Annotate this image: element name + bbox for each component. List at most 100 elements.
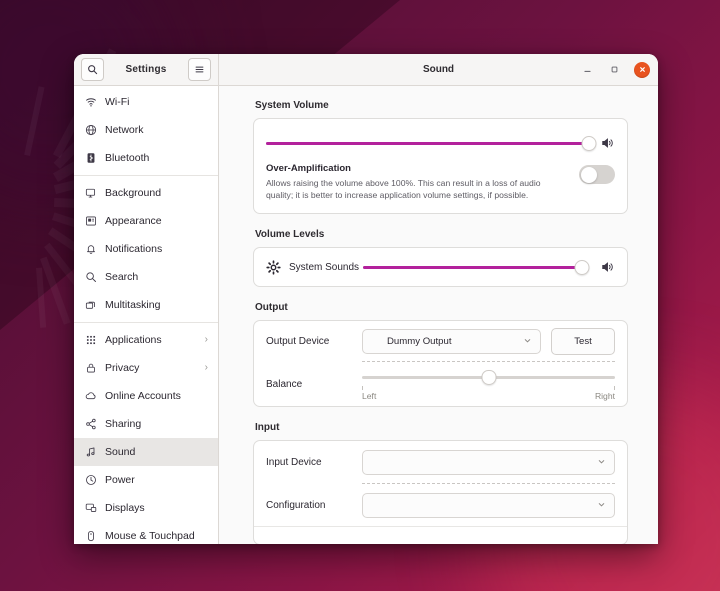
- settings-sidebar[interactable]: Wi-Fi Network Bluetooth Background Appea…: [74, 86, 219, 544]
- sidebar-item-label: Applications: [105, 334, 162, 346]
- system-volume-row: [254, 119, 627, 159]
- sidebar-item-multitasking[interactable]: Multitasking: [74, 291, 218, 319]
- maximize-button[interactable]: [607, 62, 622, 77]
- online-accounts-cloud-icon: [84, 390, 97, 403]
- sidebar-item-label: Network: [105, 124, 144, 136]
- hamburger-menu-button[interactable]: [188, 58, 211, 81]
- sidebar-item-applications[interactable]: Applications ›: [74, 326, 218, 354]
- balance-control[interactable]: Left Right: [362, 368, 615, 401]
- speaker-volume-icon[interactable]: [600, 260, 615, 274]
- sidebar-item-privacy[interactable]: Privacy ›: [74, 354, 218, 382]
- volume-levels-card: System Sounds: [253, 247, 628, 288]
- slider-fill: [363, 265, 583, 269]
- input-device-select[interactable]: [362, 449, 615, 475]
- sound-settings-content: System Volume Over-Amplification Allows …: [219, 86, 658, 544]
- sidebar-item-power[interactable]: Power: [74, 466, 218, 494]
- sidebar-item-notifications[interactable]: Notifications: [74, 235, 218, 263]
- balance-slider[interactable]: [362, 370, 615, 386]
- settings-title: Settings: [125, 64, 167, 75]
- applications-grid-icon: [84, 334, 97, 347]
- window-titlebar: Settings Sound: [74, 54, 658, 86]
- settings-window: Settings Sound Wi-Fi Network Bluetooth B…: [74, 54, 658, 544]
- volume-level-name: System Sounds: [289, 261, 360, 273]
- sidebar-item-bluetooth[interactable]: Bluetooth: [74, 144, 218, 172]
- background-monitor-icon: [84, 187, 97, 200]
- system-volume-slider[interactable]: [266, 134, 597, 152]
- sidebar-item-label: Search: [105, 271, 139, 283]
- desktop-background: Settings Sound Wi-Fi Network Bluetooth B…: [0, 0, 720, 591]
- slider-handle[interactable]: [481, 370, 496, 386]
- chevron-down-icon: [597, 457, 606, 468]
- output-card: Output Device Dummy Output Test Balance …: [253, 320, 628, 408]
- sidebar-item-label: Power: [105, 474, 135, 486]
- chevron-down-icon: [597, 500, 606, 511]
- speaker-volume-icon[interactable]: [600, 136, 615, 150]
- sidebar-separator: [74, 322, 218, 323]
- sidebar-item-network[interactable]: Network: [74, 116, 218, 144]
- mouse-icon: [84, 530, 97, 543]
- over-amplification-toggle[interactable]: [579, 165, 615, 184]
- close-button[interactable]: [634, 61, 650, 78]
- sidebar-item-search[interactable]: Search: [74, 263, 218, 291]
- sidebar-item-mouse-touchpad[interactable]: Mouse & Touchpad: [74, 522, 218, 544]
- slider-handle[interactable]: [581, 135, 597, 151]
- sidebar-item-online-accounts[interactable]: Online Accounts: [74, 382, 218, 410]
- balance-left-label: Left: [362, 390, 377, 401]
- chevron-right-icon: ›: [204, 362, 208, 373]
- privacy-lock-icon: [84, 362, 97, 375]
- network-globe-icon: [84, 124, 97, 137]
- system-sounds-slider[interactable]: [363, 258, 590, 276]
- sidebar-item-background[interactable]: Background: [74, 179, 218, 207]
- section-title-system-volume: System Volume: [255, 100, 329, 111]
- app-headerbar: Sound: [219, 54, 658, 85]
- sidebar-item-label: Bluetooth: [105, 152, 150, 164]
- sharing-share-icon: [84, 418, 97, 431]
- output-device-row: Output Device Dummy Output Test: [254, 321, 627, 361]
- input-extra-row: [254, 526, 627, 544]
- sidebar-item-wi-fi[interactable]: Wi-Fi: [74, 88, 218, 116]
- sidebar-item-label: Displays: [105, 502, 145, 514]
- sidebar-item-label: Wi-Fi: [105, 96, 130, 108]
- input-device-row: Input Device: [254, 441, 627, 483]
- section-title-output: Output: [255, 302, 288, 314]
- output-test-label: Test: [574, 335, 592, 347]
- sidebar-item-label: Sharing: [105, 418, 142, 430]
- output-device-select[interactable]: Dummy Output: [362, 328, 541, 354]
- minimize-button[interactable]: [580, 62, 595, 77]
- volume-level-row-system-sounds: System Sounds: [254, 248, 627, 286]
- sidebar-item-label: Multitasking: [105, 299, 161, 311]
- tick-right: [614, 385, 615, 390]
- sidebar-item-sharing[interactable]: Sharing: [74, 410, 218, 438]
- search-button[interactable]: [81, 58, 104, 81]
- over-amplification-title: Over-Amplification: [266, 163, 351, 174]
- input-card: Input Device Configuration: [253, 440, 628, 544]
- sidebar-item-displays[interactable]: Displays: [74, 494, 218, 522]
- sidebar-item-label: Sound: [105, 446, 136, 458]
- sidebar-item-sound[interactable]: Sound: [74, 438, 218, 466]
- chevron-down-icon: [523, 336, 532, 347]
- input-configuration-row: Configuration: [254, 484, 627, 526]
- window-controls: [580, 54, 650, 85]
- output-device-value: Dummy Output: [387, 335, 452, 347]
- sound-note-icon: [84, 446, 97, 459]
- wifi-icon: [84, 96, 97, 109]
- slider-handle[interactable]: [574, 259, 590, 275]
- balance-label: Balance: [266, 378, 303, 390]
- balance-ticks: [362, 385, 615, 390]
- balance-right-label: Right: [594, 390, 615, 401]
- search-magnifier-icon: [84, 271, 97, 284]
- power-icon: [84, 474, 97, 487]
- sidebar-item-label: Online Accounts: [105, 390, 181, 402]
- displays-icon: [84, 502, 97, 515]
- input-configuration-select[interactable]: [362, 492, 615, 518]
- input-configuration-label: Configuration: [266, 499, 326, 511]
- slider-fill: [266, 141, 589, 145]
- section-title-input: Input: [255, 422, 280, 434]
- sidebar-item-appearance[interactable]: Appearance: [74, 207, 218, 235]
- system-volume-card: Over-Amplification Allows raising the vo…: [253, 118, 628, 215]
- window-title: Sound: [422, 64, 455, 75]
- sidebar-item-label: Appearance: [105, 215, 162, 227]
- toggle-knob: [580, 166, 597, 183]
- output-test-button[interactable]: Test: [551, 327, 615, 355]
- sidebar-item-label: Privacy: [105, 362, 140, 374]
